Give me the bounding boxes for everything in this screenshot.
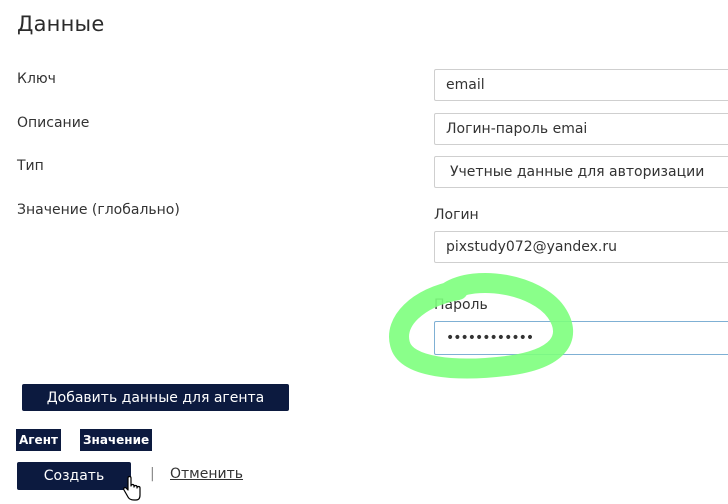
key-input[interactable] xyxy=(434,69,728,101)
cancel-link[interactable]: Отменить xyxy=(170,466,243,482)
hand-pointer-icon xyxy=(123,476,141,501)
type-label: Тип xyxy=(17,158,44,174)
value-global-label: Значение (глобально) xyxy=(17,202,180,218)
login-label: Логин xyxy=(434,207,479,223)
type-select[interactable]: Учетные данные для авторизации xyxy=(434,156,728,188)
login-input[interactable] xyxy=(434,231,728,263)
password-label: Пароль xyxy=(434,297,488,313)
description-label: Описание xyxy=(17,115,90,131)
value-column-header: Значение xyxy=(80,429,153,451)
description-input[interactable] xyxy=(434,113,728,145)
action-separator: | xyxy=(150,466,155,482)
key-label: Ключ xyxy=(17,71,56,87)
add-agent-data-button[interactable]: Добавить данные для агента xyxy=(22,384,289,411)
create-button[interactable]: Создать xyxy=(17,462,131,490)
section-title: Данные xyxy=(17,12,105,36)
agent-column-header: Агент xyxy=(16,429,61,451)
password-input[interactable]: •••••••••••• xyxy=(434,321,728,355)
